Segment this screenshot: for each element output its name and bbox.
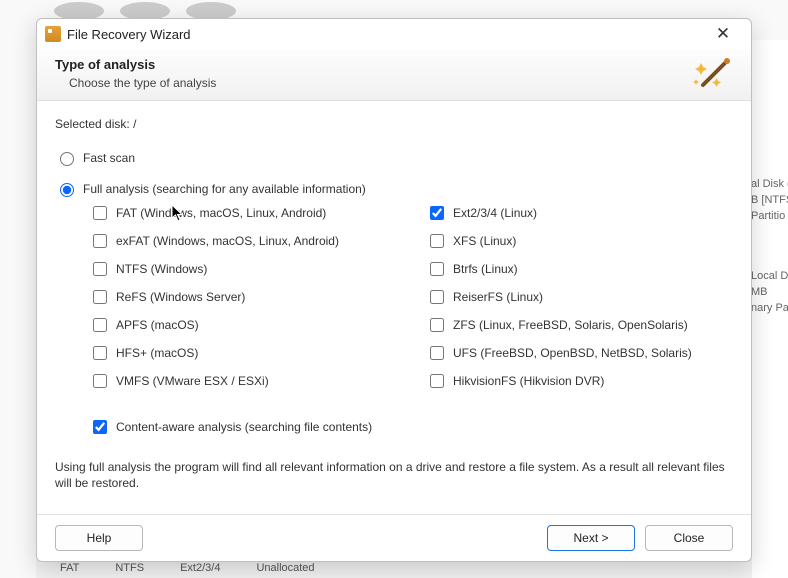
- radio-full-analysis-label: Full analysis (searching for any availab…: [83, 182, 366, 196]
- wizard-content: Selected disk: / Fast scan Full analysis…: [37, 101, 751, 514]
- wand-icon: [693, 55, 737, 98]
- check-ext-label: Ext2/3/4 (Linux): [453, 206, 537, 220]
- check-fat[interactable]: FAT (Windows, macOS, Linux, Android): [89, 203, 396, 223]
- close-button[interactable]: ✕: [703, 19, 743, 49]
- check-ntfs-label: NTFS (Windows): [116, 262, 207, 276]
- check-hikvisionfs-label: HikvisionFS (Hikvision DVR): [453, 374, 604, 388]
- check-vmfs-input[interactable]: [93, 374, 107, 388]
- help-button[interactable]: Help: [55, 525, 143, 551]
- check-ntfs-input[interactable]: [93, 262, 107, 276]
- check-btrfs[interactable]: Btrfs (Linux): [426, 259, 733, 279]
- window-title: File Recovery Wizard: [67, 27, 191, 42]
- check-apfs[interactable]: APFS (macOS): [89, 315, 396, 335]
- check-vmfs[interactable]: VMFS (VMware ESX / ESXi): [89, 371, 396, 391]
- check-fat-label: FAT (Windows, macOS, Linux, Android): [116, 206, 326, 220]
- check-ext-input[interactable]: [430, 206, 444, 220]
- check-xfs-label: XFS (Linux): [453, 234, 516, 248]
- check-hfsplus-input[interactable]: [93, 346, 107, 360]
- wizard-header: Type of analysis Choose the type of anal…: [37, 49, 751, 101]
- check-refs-input[interactable]: [93, 290, 107, 304]
- radio-fast-scan-input[interactable]: [60, 152, 74, 166]
- dialog-footer: Help Next > Close: [37, 514, 751, 561]
- check-ext[interactable]: Ext2/3/4 (Linux): [426, 203, 733, 223]
- check-ufs-input[interactable]: [430, 346, 444, 360]
- check-hfsplus[interactable]: HFS+ (macOS): [89, 343, 396, 363]
- radio-full-analysis[interactable]: Full analysis (searching for any availab…: [55, 180, 733, 197]
- check-zfs-label: ZFS (Linux, FreeBSD, Solaris, OpenSolari…: [453, 318, 688, 332]
- check-exfat[interactable]: exFAT (Windows, macOS, Linux, Android): [89, 231, 396, 251]
- check-ufs-label: UFS (FreeBSD, OpenBSD, NetBSD, Solaris): [453, 346, 692, 360]
- background-side-panel: al Disk ( B [NTFS Partitio Local D MB na…: [748, 40, 788, 578]
- check-hikvisionfs-input[interactable]: [430, 374, 444, 388]
- selected-disk-label: Selected disk: /: [55, 117, 733, 131]
- check-exfat-label: exFAT (Windows, macOS, Linux, Android): [116, 234, 339, 248]
- check-content-aware[interactable]: Content-aware analysis (searching file c…: [89, 417, 733, 437]
- radio-full-analysis-input[interactable]: [60, 183, 74, 197]
- check-content-aware-input[interactable]: [93, 420, 107, 434]
- check-fat-input[interactable]: [93, 206, 107, 220]
- check-refs[interactable]: ReFS (Windows Server): [89, 287, 396, 307]
- check-refs-label: ReFS (Windows Server): [116, 290, 245, 304]
- file-recovery-wizard-dialog: File Recovery Wizard ✕ Type of analysis …: [36, 18, 752, 562]
- check-xfs[interactable]: XFS (Linux): [426, 231, 733, 251]
- check-apfs-input[interactable]: [93, 318, 107, 332]
- page-subtitle: Choose the type of analysis: [69, 76, 733, 90]
- check-zfs-input[interactable]: [430, 318, 444, 332]
- app-icon: [45, 26, 61, 42]
- radio-fast-scan[interactable]: Fast scan: [55, 149, 733, 166]
- check-btrfs-input[interactable]: [430, 262, 444, 276]
- analysis-description: Using full analysis the program will fin…: [55, 459, 733, 491]
- check-xfs-input[interactable]: [430, 234, 444, 248]
- check-reiserfs[interactable]: ReiserFS (Linux): [426, 287, 733, 307]
- next-button[interactable]: Next >: [547, 525, 635, 551]
- check-content-aware-label: Content-aware analysis (searching file c…: [116, 420, 372, 434]
- page-title: Type of analysis: [55, 57, 733, 72]
- check-vmfs-label: VMFS (VMware ESX / ESXi): [116, 374, 269, 388]
- check-ufs[interactable]: UFS (FreeBSD, OpenBSD, NetBSD, Solaris): [426, 343, 733, 363]
- radio-fast-scan-label: Fast scan: [83, 151, 135, 165]
- filesystem-grid: FAT (Windows, macOS, Linux, Android) Ext2…: [89, 203, 733, 391]
- check-zfs[interactable]: ZFS (Linux, FreeBSD, Solaris, OpenSolari…: [426, 315, 733, 335]
- check-ntfs[interactable]: NTFS (Windows): [89, 259, 396, 279]
- titlebar: File Recovery Wizard ✕: [37, 19, 751, 49]
- check-apfs-label: APFS (macOS): [116, 318, 199, 332]
- check-btrfs-label: Btrfs (Linux): [453, 262, 518, 276]
- close-dialog-button[interactable]: Close: [645, 525, 733, 551]
- check-reiserfs-label: ReiserFS (Linux): [453, 290, 543, 304]
- check-hfsplus-label: HFS+ (macOS): [116, 346, 198, 360]
- check-hikvisionfs[interactable]: HikvisionFS (Hikvision DVR): [426, 371, 733, 391]
- check-reiserfs-input[interactable]: [430, 290, 444, 304]
- check-exfat-input[interactable]: [93, 234, 107, 248]
